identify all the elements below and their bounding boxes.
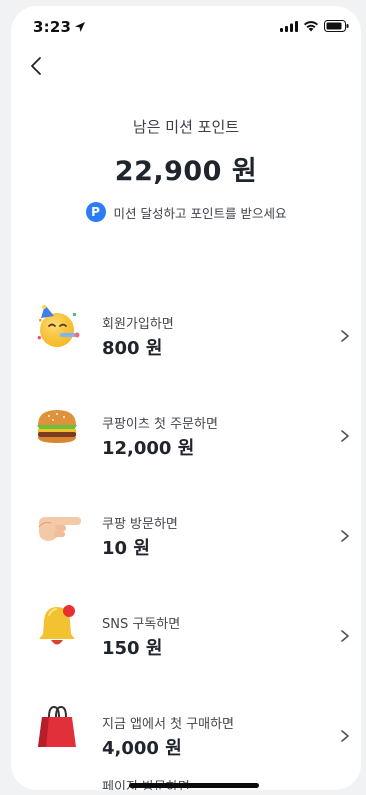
status-time: 3:23 xyxy=(33,18,86,36)
mission-item-first-purchase[interactable]: 지금 앱에서 첫 구매하면 4,000 원 xyxy=(11,679,361,779)
points-header: 남은 미션 포인트 22,900 원 xyxy=(11,116,361,188)
mission-label: SNS 구독하면 xyxy=(102,617,181,632)
party-face-icon xyxy=(33,301,83,351)
signal-icon xyxy=(280,20,298,32)
mission-amount: 150 원 xyxy=(102,638,163,659)
point-badge-icon: P xyxy=(85,202,106,222)
remaining-points: 22,900 원 xyxy=(114,156,258,187)
location-arrow-icon xyxy=(75,22,86,32)
status-bar: 3:23 xyxy=(11,6,361,48)
pointing-hand-icon xyxy=(33,501,83,551)
mission-item-sns-subscribe[interactable]: SNS 구독하면 150 원 xyxy=(11,579,361,679)
points-hint: P 미션 달성하고 포인트를 받으세요 xyxy=(11,202,361,222)
mission-label: 지금 앱에서 첫 구매하면 xyxy=(102,717,234,732)
battery-icon xyxy=(324,20,349,32)
chevron-right-icon xyxy=(341,530,349,542)
mission-item-coupang-visit[interactable]: 쿠팡 방문하면 10 원 xyxy=(11,479,361,579)
shopping-bag-icon xyxy=(33,701,83,751)
mission-item-signup[interactable]: 회원가입하면 800 원 xyxy=(11,279,361,379)
back-button[interactable] xyxy=(25,54,49,78)
app-screen: 3:23 남은 미션 포인트 22,900 원 P 미션 달성하고 포인트를 받… xyxy=(11,6,361,790)
hint-text: 미션 달성하고 포인트를 받으세요 xyxy=(113,205,287,221)
status-icons xyxy=(280,20,349,32)
chevron-right-icon xyxy=(341,430,349,442)
chevron-left-icon xyxy=(31,57,41,75)
mission-amount: 800 원 xyxy=(102,338,163,359)
mission-label: 회원가입하면 xyxy=(102,317,174,332)
mission-amount: 12,000 원 xyxy=(102,438,195,459)
mission-amount: 4,000 원 xyxy=(102,738,182,759)
mission-amount: 10 원 xyxy=(102,538,150,559)
mission-item-eats-order[interactable]: 쿠팡이츠 첫 주문하면 12,000 원 xyxy=(11,379,361,479)
chevron-right-icon xyxy=(341,630,349,642)
bell-icon xyxy=(33,601,83,651)
mission-label: 쿠팡 방문하면 xyxy=(102,517,178,532)
wifi-icon xyxy=(304,21,318,32)
chevron-right-icon xyxy=(341,730,349,742)
points-subtitle: 남은 미션 포인트 xyxy=(132,118,240,136)
mission-label: 쿠팡이츠 첫 주문하면 xyxy=(102,417,218,432)
hamburger-icon xyxy=(33,401,83,451)
chevron-right-icon xyxy=(341,330,349,342)
home-indicator[interactable] xyxy=(129,783,259,788)
